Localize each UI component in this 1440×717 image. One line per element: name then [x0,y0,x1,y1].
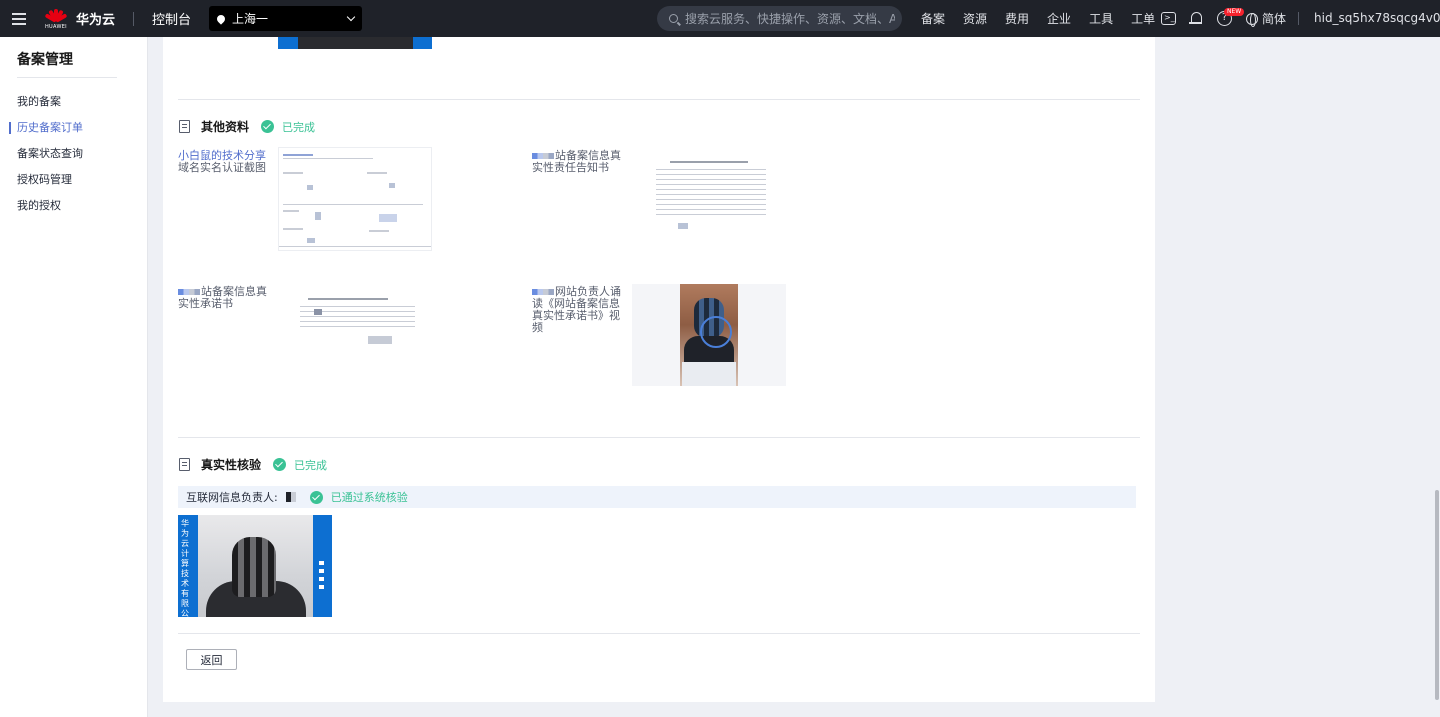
sidebar-item-history-orders[interactable]: 历史备案订单 [0,115,147,141]
region-select[interactable]: 上海一 [209,6,363,31]
bell-icon[interactable] [1189,11,1204,26]
promise-label: 站备案信息真实性承诺书 [178,285,267,310]
other-materials-header: 其他资料 已完成 [179,118,315,135]
sidebar-item-my-filings[interactable]: 我的备案 [0,89,147,115]
nav-resources[interactable]: 资源 [963,10,987,27]
notice-document-image[interactable] [632,147,786,251]
nav-tickets[interactable]: 工单 [1131,10,1155,27]
video-thumbnail[interactable] [632,284,786,386]
terminal-icon[interactable]: >_ [1161,12,1176,25]
region-value: 上海一 [232,12,269,26]
sidebar-item-auth-code[interactable]: 授权码管理 [0,167,147,193]
menu-icon[interactable] [0,0,37,37]
scrollbar-thumb[interactable] [1435,490,1439,700]
section-divider [178,633,1140,634]
document-icon [179,458,190,471]
nav-filing[interactable]: 备案 [921,10,945,27]
brand-name: 华为云 [76,13,116,28]
document-icon [179,120,190,133]
notice-label: 站备案信息真实性责任告知书 [532,149,621,174]
user-account[interactable]: hid_sq5hx78sqcg4v0q [1314,0,1440,37]
play-icon[interactable] [700,316,732,348]
person-label: 互联网信息负责人: [186,491,278,504]
redacted-text [178,289,200,295]
nav-billing[interactable]: 费用 [1005,10,1029,27]
status-badge: 已完成 [294,458,328,472]
globe-icon [1246,12,1258,27]
divider [17,77,117,78]
sidebar-item-my-authorization[interactable]: 我的授权 [0,193,147,219]
language-label: 简体 [1262,12,1287,26]
check-circle-icon [273,458,287,471]
section-divider [178,437,1140,438]
nav-tools[interactable]: 工具 [1089,10,1113,27]
search-icon [669,14,678,23]
chevron-down-icon [346,12,356,22]
nav-enterprise[interactable]: 企业 [1047,10,1071,27]
redacted-name [285,492,296,502]
sidebar-title: 备案管理 [17,52,73,68]
promise-document-image[interactable] [278,284,432,388]
location-pin-icon [215,12,227,25]
console-link[interactable]: 控制台 [152,9,191,28]
verify-status: 已通过系统核验 [330,491,408,504]
company-vertical-text: 华为云计算技术有限公司 [181,519,189,617]
redacted-text [532,153,554,159]
sidebar-menu: 我的备案 历史备案订单 备案状态查询 授权码管理 我的授权 [0,89,147,219]
check-circle-icon [309,490,323,504]
verification-photo[interactable]: 华为云计算技术有限公司 [178,515,332,617]
search-input[interactable] [685,11,895,26]
domain-cert-image[interactable] [278,147,432,251]
section-title: 其他资料 [201,120,250,134]
global-search[interactable] [657,6,902,31]
cropped-image[interactable] [278,37,432,49]
back-button[interactable]: 返回 [186,649,237,670]
divider [133,11,135,26]
section-title: 真实性核验 [201,458,262,472]
section-divider [178,99,1140,100]
status-badge: 已完成 [282,120,316,134]
redacted-text [532,289,554,295]
divider [1298,12,1299,25]
person-photo [198,515,313,617]
check-circle-icon [261,120,275,133]
brand-sub: HUAWEI [45,24,67,30]
top-nav: 备案 资源 费用 企业 工具 工单 [921,0,1173,37]
domain-cert-label: 小白鼠的技术分享域名实名认证截图 [178,149,266,174]
authenticity-header: 真实性核验 已完成 [179,456,327,473]
language-switch[interactable]: 简体 [1246,0,1286,37]
sidebar-item-status-query[interactable]: 备案状态查询 [0,141,147,167]
new-badge: NEW [1224,8,1245,16]
sidebar: 备案管理 我的备案 历史备案订单 备案状态查询 授权码管理 我的授权 [0,37,148,717]
video-label: 网站负责人诵读《网站备案信息真实性承诺书》视频 [532,285,621,334]
verification-bar: 互联网信息负责人: 已通过系统核验 [178,486,1136,508]
